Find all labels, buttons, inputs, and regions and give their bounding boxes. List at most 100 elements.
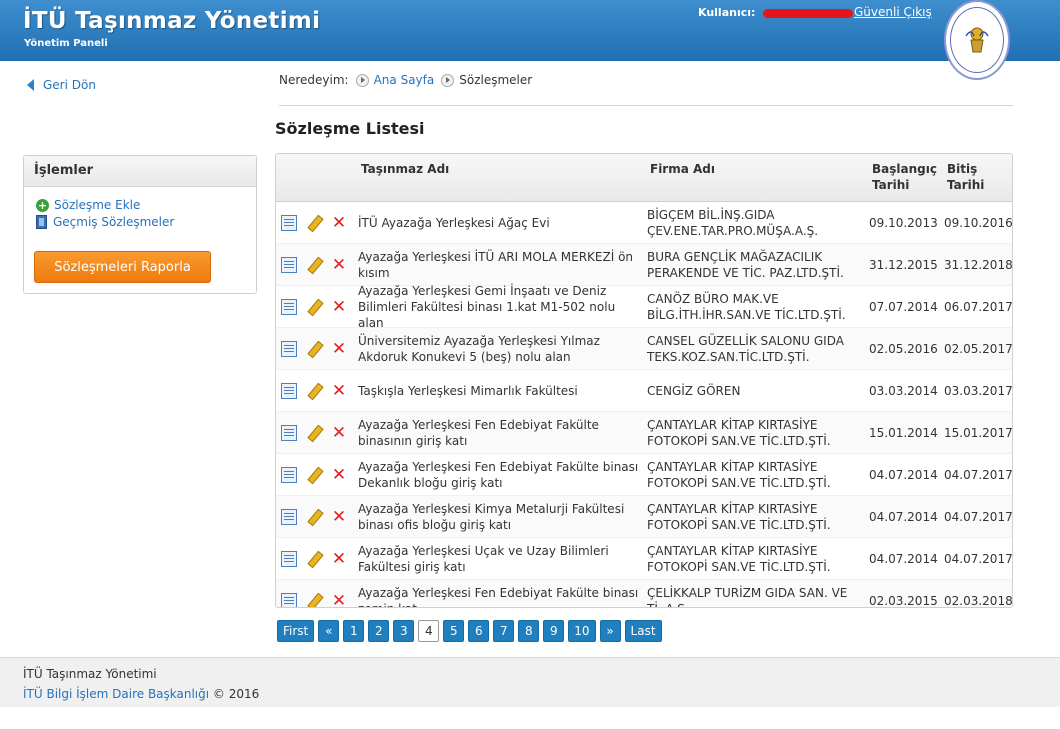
back-link[interactable]: Geri Dön <box>27 78 96 92</box>
page-5-button[interactable]: 5 <box>443 620 465 642</box>
user-info: Kullanıcı: <box>698 6 853 19</box>
page-3-button[interactable]: 3 <box>393 620 415 642</box>
table-row: ✕ Ayazağa Yerleşkesi Fen Edebiyat Fakülte… <box>276 454 1012 496</box>
edit-pencil-icon[interactable] <box>306 299 322 315</box>
actions-panel: İşlemler + Sözleşme Ekle Geçmiş Sözleşme… <box>23 155 257 294</box>
footer-org-link[interactable]: İTÜ Bilgi İşlem Daire Başkanlığı <box>23 687 209 701</box>
prev-page-button[interactable]: « <box>318 620 340 642</box>
cell-end-date: 04.07.2017 <box>944 552 1013 566</box>
delete-icon[interactable]: ✕ <box>331 341 347 358</box>
app-subtitle: Yönetim Paneli <box>24 38 108 49</box>
past-contracts-link[interactable]: Geçmiş Sözleşmeler <box>36 215 174 229</box>
page-9-button[interactable]: 9 <box>543 620 565 642</box>
table-row: ✕ Üniversitemiz Ayazağa Yerleşkesi Yılmaz… <box>276 328 1012 370</box>
page-6-button[interactable]: 6 <box>468 620 490 642</box>
column-header-start-date: Başlangıç Tarihi <box>872 161 937 193</box>
cell-property-name: Ayazağa Yerleşkesi Gemi İnşaatı ve Deniz… <box>358 284 616 330</box>
details-icon[interactable] <box>281 215 297 231</box>
column-header-start-line2: Tarihi <box>872 178 910 192</box>
details-icon[interactable] <box>281 593 297 607</box>
pagination: First «1 2 3 4 5 6 7 8 9 10» Last <box>277 620 666 642</box>
delete-icon[interactable]: ✕ <box>331 215 347 232</box>
report-contracts-button[interactable]: Sözleşmeleri Raporla <box>34 251 211 283</box>
table-row: ✕ Ayazağa Yerleşkesi Gemi İnşaatı ve Deni… <box>276 284 1013 330</box>
column-header-start-line1: Başlangıç <box>872 162 937 176</box>
app-title: İTÜ Taşınmaz Yönetimi <box>23 8 321 34</box>
cell-start-date: 04.07.2014 <box>869 468 938 482</box>
table-row: ✕ Taşkışla Yerleşkesi Mimarlık Fakültesi C… <box>276 370 1012 412</box>
page-8-button[interactable]: 8 <box>518 620 540 642</box>
delete-icon[interactable]: ✕ <box>331 509 347 526</box>
cell-property-name: Üniversitemiz Ayazağa Yerleşkesi Yılmaz … <box>358 334 600 364</box>
first-page-button[interactable]: First <box>277 620 315 642</box>
table-row: ✕ Ayazağa Yerleşkesi Kimya Metalurji Fakü… <box>276 496 1012 538</box>
edit-pencil-icon[interactable] <box>306 425 322 441</box>
edit-pencil-icon[interactable] <box>306 467 322 483</box>
delete-icon[interactable]: ✕ <box>331 551 347 568</box>
university-logo <box>944 0 1010 80</box>
delete-icon[interactable]: ✕ <box>331 383 347 400</box>
breadcrumb-label: Neredeyim: <box>279 73 349 87</box>
cell-end-date: 04.07.2017 <box>944 510 1013 524</box>
edit-pencil-icon[interactable] <box>306 341 322 357</box>
footer-credits: İTÜ Bilgi İşlem Daire Başkanlığı © 2016 <box>23 687 259 701</box>
breadcrumb-arrow-icon <box>441 73 455 87</box>
cell-company-name: BURA GENÇLİK MAĞAZACILIK PERAKENDE VE Tİ… <box>647 250 844 280</box>
page-10-button[interactable]: 10 <box>568 620 596 642</box>
delete-icon[interactable]: ✕ <box>331 257 347 274</box>
next-page-button[interactable]: » <box>599 620 621 642</box>
breadcrumb-arrow-icon <box>355 73 369 87</box>
page-1-button[interactable]: 1 <box>343 620 365 642</box>
logout-link[interactable]: Güvenli Çıkış <box>854 5 932 19</box>
breadcrumb-current: Sözleşmeler <box>459 73 533 87</box>
details-icon[interactable] <box>281 257 297 273</box>
edit-pencil-icon[interactable] <box>306 551 322 567</box>
delete-icon[interactable]: ✕ <box>331 299 347 316</box>
column-header-end-line2: Tarihi <box>947 178 985 192</box>
details-icon[interactable] <box>281 551 297 567</box>
details-icon[interactable] <box>281 467 297 483</box>
delete-icon[interactable]: ✕ <box>331 425 347 442</box>
details-icon[interactable] <box>281 383 297 399</box>
edit-pencil-icon[interactable] <box>306 383 322 399</box>
details-icon[interactable] <box>281 425 297 441</box>
cell-start-date: 03.03.2014 <box>869 384 938 398</box>
cell-end-date: 06.07.2017 <box>944 300 1013 314</box>
cell-property-name: Ayazağa Yerleşkesi Kimya Metalurji Fakül… <box>358 502 625 532</box>
cell-company-name: ÇANTAYLAR KİTAP KIRTASİYE FOTOKOPİ SAN.V… <box>647 418 831 448</box>
details-icon[interactable] <box>281 509 297 525</box>
cell-property-name: Taşkışla Yerleşkesi Mimarlık Fakültesi <box>358 384 578 398</box>
edit-pencil-icon[interactable] <box>306 257 322 273</box>
page-2-button[interactable]: 2 <box>368 620 390 642</box>
delete-icon[interactable]: ✕ <box>331 467 347 484</box>
breadcrumb-divider <box>279 105 1013 106</box>
details-icon[interactable] <box>281 299 297 315</box>
page-4-button[interactable]: 4 <box>418 620 440 642</box>
column-header-company: Firma Adı <box>650 162 715 176</box>
page-7-button[interactable]: 7 <box>493 620 515 642</box>
cell-company-name: CANSEL GÜZELLİK SALONU GIDA TEKS.KOZ.SAN… <box>647 334 844 364</box>
table-row: ✕ Ayazağa Yerleşkesi İTÜ ARI MOLA MERKEZİ… <box>276 244 1012 286</box>
cell-property-name: Ayazağa Yerleşkesi Fen Edebiyat Fakülte … <box>358 460 639 490</box>
cell-end-date: 02.03.2018 <box>944 594 1013 608</box>
cell-company-name: CANÖZ BÜRO MAK.VE BİLG.İTH.İHR.SAN.VE Tİ… <box>647 292 846 322</box>
breadcrumb-home-link[interactable]: Ana Sayfa <box>374 73 435 87</box>
last-page-button[interactable]: Last <box>624 620 662 642</box>
column-header-end-date: Bitiş Tarihi <box>947 161 984 193</box>
cell-start-date: 04.07.2014 <box>869 552 938 566</box>
cell-end-date: 15.01.2017 <box>944 426 1013 440</box>
cell-start-date: 02.03.2015 <box>869 594 938 608</box>
add-contract-link[interactable]: + Sözleşme Ekle <box>36 198 140 212</box>
cell-company-name: ÇELİKKALP TURİZM GIDA SAN. VE Tİ. A.Ş. <box>647 586 848 607</box>
cell-end-date: 04.07.2017 <box>944 468 1013 482</box>
cell-start-date: 09.10.2013 <box>869 216 938 230</box>
edit-pencil-icon[interactable] <box>306 215 322 231</box>
details-icon[interactable] <box>281 341 297 357</box>
app-header: İTÜ Taşınmaz Yönetimi Yönetim Paneli Kul… <box>0 0 1060 80</box>
edit-pencil-icon[interactable] <box>306 509 322 525</box>
cell-company-name: CENGİZ GÖREN <box>647 384 741 398</box>
table-row: ✕ Ayazağa Yerleşkesi Fen Edebiyat Fakülte… <box>276 580 1013 608</box>
edit-pencil-icon[interactable] <box>306 593 322 607</box>
contracts-table: Taşınmaz Adı Firma Adı Başlangıç Tarihi … <box>275 153 1013 608</box>
delete-icon[interactable]: ✕ <box>331 593 347 608</box>
